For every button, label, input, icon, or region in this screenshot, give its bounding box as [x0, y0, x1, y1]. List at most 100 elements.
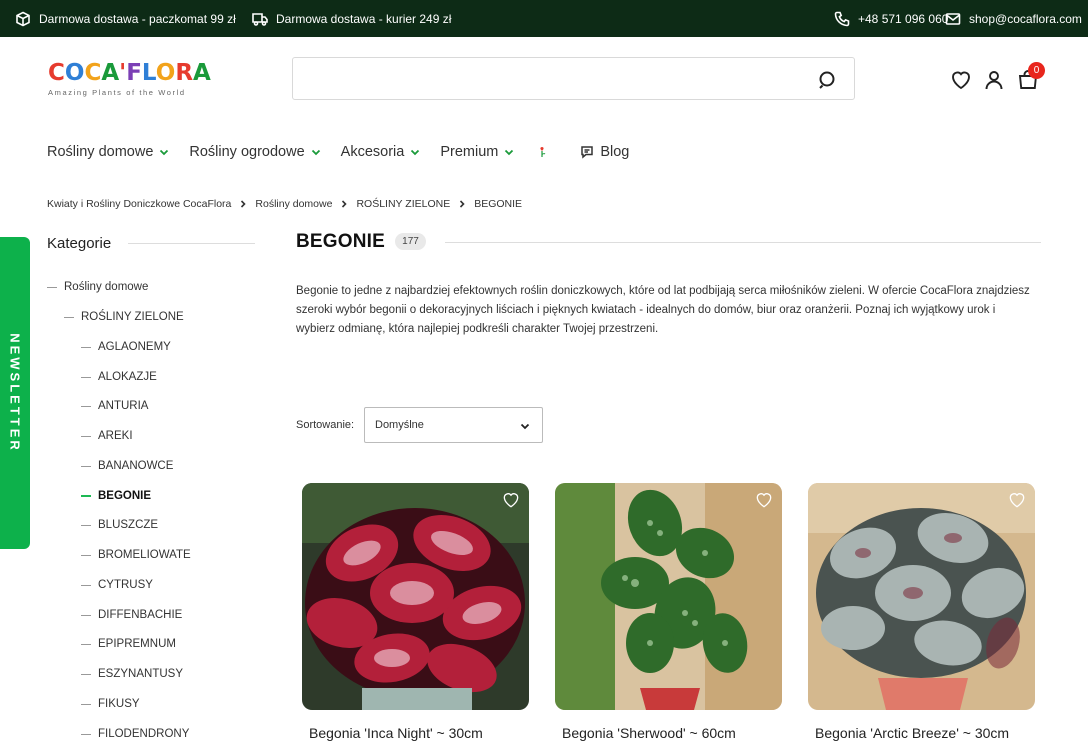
chevron-right-icon: [241, 200, 247, 208]
sort-select[interactable]: Domyślne: [364, 407, 543, 443]
category-label: FILODENDRONY: [98, 728, 190, 740]
category-item-cytrusy[interactable]: CYTRUSY: [81, 576, 153, 594]
tree-dash: [81, 376, 91, 378]
tree-dash: [81, 703, 91, 705]
tree-dash: [81, 465, 91, 467]
category-item-aglaonemy[interactable]: AGLAONEMY: [81, 338, 171, 356]
tree-dash: [81, 435, 91, 437]
category-group[interactable]: ROŚLINY ZIELONE: [64, 308, 184, 326]
category-item-eszynantusy[interactable]: ESZYNANTUSY: [81, 665, 183, 683]
category-label: ANTURIA: [98, 400, 149, 412]
tree-dash: [81, 733, 91, 735]
nav-label: Rośliny domowe: [47, 144, 154, 160]
product-wishlist-button[interactable]: [501, 490, 521, 510]
tree-dash: [81, 405, 91, 407]
category-label: BEGONIE: [98, 490, 152, 502]
category-label: FIKUSY: [98, 698, 140, 710]
product-image[interactable]: [808, 483, 1035, 710]
page-title: BEGONIE: [296, 231, 386, 252]
category-label: DIFFENBACHIE: [98, 609, 183, 621]
product-card[interactable]: Begonia 'Sherwood' ~ 60cm: [555, 483, 782, 741]
product-image[interactable]: [555, 483, 782, 710]
mail-icon: [945, 12, 961, 25]
email-link[interactable]: shop@cocaflora.com: [945, 0, 1082, 37]
category-label: BROMELIOWATE: [98, 549, 191, 561]
nav-item-garden-plants[interactable]: Rośliny ogrodowe: [189, 144, 320, 160]
sidebar-title: Kategorie: [47, 235, 112, 252]
category-label: ALOKAZJE: [98, 371, 157, 383]
top-bar: Darmowa dostawa - paczkomat 99 zł Darmow…: [0, 0, 1088, 37]
heart-icon: [503, 493, 519, 508]
account-button[interactable]: [982, 68, 1006, 92]
flower-promo-icon[interactable]: [534, 144, 550, 160]
category-item-fikusy[interactable]: FIKUSY: [81, 695, 140, 713]
category-root[interactable]: Rośliny domowe: [47, 278, 148, 296]
product-name[interactable]: Begonia 'Inca Night' ~ 30cm: [302, 725, 529, 741]
chat-bubble-icon: [581, 146, 594, 159]
breadcrumb-link[interactable]: ROŚLINY ZIELONE: [356, 198, 450, 210]
nav-item-premium[interactable]: Premium: [440, 144, 514, 160]
category-item-bromeliowate[interactable]: BROMELIOWATE: [81, 546, 191, 564]
category-item-diffenbachie[interactable]: DIFFENBACHIE: [81, 606, 182, 624]
tree-dash: [81, 584, 91, 586]
category-label: Rośliny domowe: [64, 281, 149, 293]
nav-item-house-plants[interactable]: Rośliny domowe: [47, 144, 169, 160]
product-image[interactable]: [302, 483, 529, 710]
breadcrumb-current: BEGONIE: [474, 198, 523, 210]
package-icon: [16, 11, 30, 26]
product-wishlist-button[interactable]: [1007, 490, 1027, 510]
product-wishlist-button[interactable]: [754, 490, 774, 510]
nav-item-blog[interactable]: Blog: [580, 144, 629, 160]
chevron-right-icon: [342, 200, 348, 208]
category-item-anturia[interactable]: ANTURIA: [81, 397, 148, 415]
product-name[interactable]: Begonia 'Sherwood' ~ 60cm: [555, 725, 782, 741]
search-input[interactable]: [293, 58, 813, 99]
tree-dash: [81, 495, 91, 497]
tree-dash: [81, 673, 91, 675]
newsletter-tab[interactable]: NEWSLETTER: [0, 237, 30, 549]
category-item-areki[interactable]: AREKI: [81, 427, 133, 445]
wishlist-button[interactable]: [949, 68, 973, 92]
chevron-down-icon: [160, 149, 169, 156]
breadcrumb-link[interactable]: Kwiaty i Rośliny Doniczkowe CocaFlora: [47, 198, 231, 210]
sort-value: Domyślne: [375, 419, 424, 431]
category-item-filodendrony[interactable]: FILODENDRONY: [81, 725, 189, 743]
phone-text: +48 571 096 060: [858, 11, 949, 26]
tree-dash: [81, 614, 91, 616]
logo[interactable]: COCA'FLORA Amazing Plants of the World: [48, 60, 211, 100]
nav-label: Rośliny ogrodowe: [189, 144, 305, 160]
category-item-begonie[interactable]: BEGONIE: [81, 487, 151, 505]
category-label: AREKI: [98, 430, 133, 442]
product-count-badge: 177: [395, 233, 426, 250]
begonia-silver-photo: [808, 483, 1035, 710]
phone-link[interactable]: +48 571 096 060: [834, 0, 948, 37]
product-card[interactable]: Begonia 'Arctic Breeze' ~ 30cm: [808, 483, 1035, 741]
tree-dash: [81, 554, 91, 556]
category-item-epipremnum[interactable]: EPIPREMNUM: [81, 635, 176, 653]
heart-icon: [1009, 493, 1025, 508]
chevron-down-icon: [311, 149, 320, 156]
email-text: shop@cocaflora.com: [969, 11, 1082, 26]
shipping-courier-text: Darmowa dostawa - kurier 249 zł: [276, 11, 452, 26]
product-name[interactable]: Begonia 'Arctic Breeze' ~ 30cm: [808, 725, 1035, 741]
category-item-alokazje[interactable]: ALOKAZJE: [81, 368, 157, 386]
breadcrumb: Kwiaty i Rośliny Doniczkowe CocaFlora Ro…: [47, 198, 522, 210]
breadcrumb-link[interactable]: Rośliny domowe: [255, 198, 332, 210]
chevron-down-icon: [411, 149, 420, 156]
category-item-bluszcze[interactable]: BLUSZCZE: [81, 516, 158, 534]
product-card[interactable]: Begonia 'Inca Night' ~ 30cm: [302, 483, 529, 741]
phone-icon: [834, 11, 850, 26]
search-box: [292, 57, 855, 100]
category-item-bananowce[interactable]: BANANOWCE: [81, 457, 173, 475]
search-icon[interactable]: [818, 70, 838, 90]
begonia-green-photo: [555, 483, 782, 710]
heart-icon: [756, 493, 772, 508]
title-divider: [445, 242, 1041, 243]
category-label: CYTRUSY: [98, 579, 153, 591]
sidebar-title-divider: [128, 243, 255, 244]
tree-dash: [81, 524, 91, 526]
shipping-parcel-text: Darmowa dostawa - paczkomat 99 zł: [39, 11, 236, 26]
logo-wordmark: COCA'FLORA: [48, 60, 211, 86]
nav-label: Blog: [600, 144, 630, 160]
nav-item-accessories[interactable]: Akcesoria: [341, 144, 421, 160]
